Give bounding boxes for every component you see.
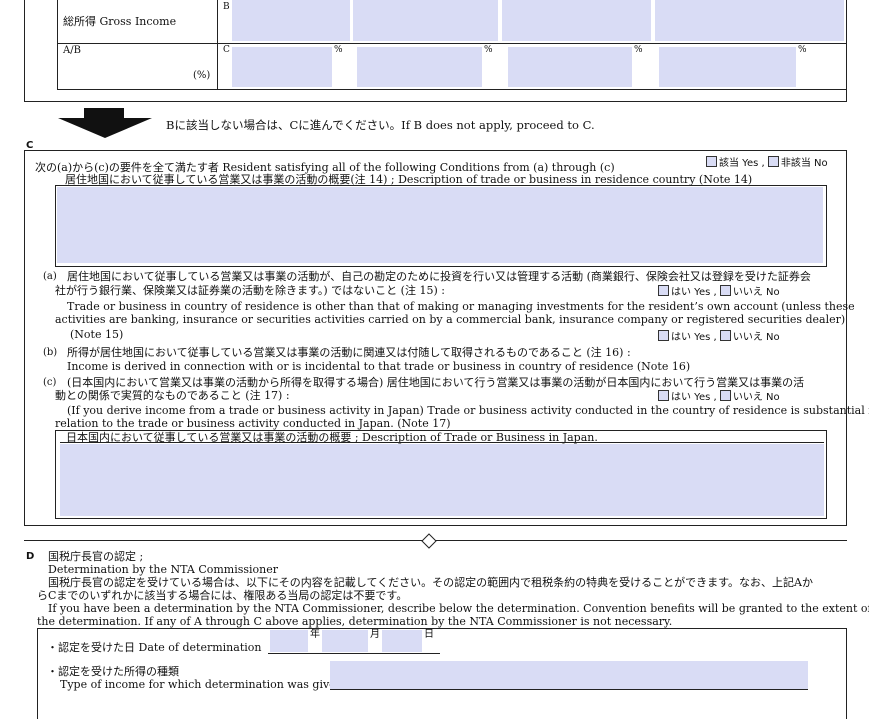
date-label: ・認定を受けた日 Date of determination <box>47 641 262 654</box>
desc-box-border <box>826 185 827 266</box>
japan-box-border <box>826 430 827 519</box>
condition-c-jp-2: 動との関係で実質的なものであること (注 17) : <box>55 389 290 402</box>
percent-sign: % <box>334 45 343 55</box>
condition-a-en-3: (Note 15) <box>70 328 124 341</box>
percent-sign: % <box>634 45 643 55</box>
income-type-field[interactable] <box>330 661 808 689</box>
condition-a-en-1: Trade or business in country of residenc… <box>67 300 855 313</box>
condition-c-mark: (c) <box>43 377 57 388</box>
yes-label: 該当 Yes , <box>719 158 765 169</box>
condition-b-jp: 所得が居住地国において従事している営業又は事業の活動に関連又は付随して取得される… <box>67 346 631 359</box>
desc-box-border <box>55 185 56 266</box>
date-underline <box>268 653 440 654</box>
condition-a-jp-2: 社が行う銀行業、保険業又は証券業の活動を除きます。) ではないこと (注 15)… <box>55 284 445 297</box>
section-d-title-jp: 国税庁長官の認定 ; <box>48 550 144 563</box>
condition-b-mark: (b) <box>43 347 58 358</box>
gross-income-label: 総所得 Gross Income <box>63 15 177 28</box>
percent-paren-label: (%) <box>193 70 211 81</box>
gross-income-field-4[interactable] <box>655 0 844 41</box>
no-label: いいえ No <box>732 287 780 298</box>
no-label: いいえ No <box>732 392 780 403</box>
ratio-field-1[interactable] <box>232 47 332 87</box>
desc-box-border <box>55 266 827 267</box>
cell-divider <box>57 0 58 89</box>
section-c-bottom-border <box>24 525 847 526</box>
income-type-label-en: Type of income for which determination w… <box>60 678 343 691</box>
condition-a-en-2: activities are banking, insurance or sec… <box>55 313 846 326</box>
condition-c-jp-1: (日本国内において営業又は事業の活動から所得を取得する場合) 居住地国において行… <box>67 376 805 389</box>
row-c-marker: C <box>223 45 230 55</box>
section-d-box-right <box>846 628 847 719</box>
section-d-box-left <box>37 628 38 719</box>
section-d-letter: D <box>26 551 35 562</box>
condition-b-en: Income is derived in connection with or … <box>67 360 691 373</box>
section-d-box-top <box>37 628 847 629</box>
table-right-border <box>846 0 847 101</box>
gross-income-field-3[interactable] <box>502 0 651 41</box>
condition-c-en-2: relation to the trade or business activi… <box>55 417 451 430</box>
table-left-border <box>24 0 25 101</box>
yes-label: はい Yes , <box>671 332 717 343</box>
income-type-label-jp: ・認定を受けた所得の種類 <box>47 665 179 678</box>
section-c-left-border <box>24 150 25 525</box>
ratio-field-4[interactable] <box>659 47 796 87</box>
no-label: 非該当 No <box>780 158 828 169</box>
section-d-title-en: Determination by the NTA Commissioner <box>48 563 279 576</box>
ab-label: A/B <box>63 45 81 56</box>
section-d-jp-1: 国税庁長官の認定を受けている場合は、以下にその内容を記載してください。その認定の… <box>48 576 813 589</box>
date-month-field[interactable] <box>322 630 368 652</box>
row-divider <box>57 43 847 44</box>
percent-sign: % <box>798 45 807 55</box>
condition-a-yes-no-2: はい Yes , いいえ No <box>658 330 780 344</box>
no-label: いいえ No <box>732 332 780 343</box>
diamond-icon <box>421 533 437 549</box>
desc-box-border <box>55 185 827 186</box>
section-c-yes-no: 該当 Yes , 非該当 No <box>706 156 828 170</box>
section-c-top-border <box>24 150 847 151</box>
japan-box-border <box>55 430 56 519</box>
year-label: 年 <box>310 629 320 640</box>
no-checkbox[interactable] <box>719 390 731 401</box>
date-year-field[interactable] <box>270 630 308 652</box>
row-divider <box>57 89 847 90</box>
gross-income-field-1[interactable] <box>232 0 350 41</box>
yes-checkbox[interactable] <box>658 330 669 341</box>
down-arrow-icon <box>58 108 152 138</box>
day-label: 日 <box>424 629 434 640</box>
cell-divider <box>217 0 218 89</box>
percent-sign: % <box>484 45 493 55</box>
yes-label: はい Yes , <box>671 287 717 298</box>
residence-business-description-field[interactable] <box>57 187 823 263</box>
section-d-en-1: If you have been a determination by the … <box>48 602 869 615</box>
section-d-jp-2: らCまでのいずれかに該当する場合には、権限ある当局の認定は不要です。 <box>37 589 408 602</box>
no-checkbox[interactable] <box>767 156 779 167</box>
row-b-marker: B <box>223 2 230 12</box>
section-c-right-border <box>846 150 847 525</box>
japan-box-border <box>55 518 827 519</box>
no-checkbox[interactable] <box>719 330 731 341</box>
japan-business-description-field[interactable] <box>60 444 824 516</box>
ratio-field-2[interactable] <box>357 47 482 87</box>
month-label: 月 <box>370 629 380 640</box>
date-day-field[interactable] <box>382 630 422 652</box>
arrow-note: Bに該当しない場合は、Cに進んでください。If B does not apply… <box>166 118 595 132</box>
japan-field-border <box>60 442 824 443</box>
no-checkbox[interactable] <box>719 285 731 296</box>
condition-a-mark: (a) <box>43 271 57 282</box>
yes-checkbox[interactable] <box>706 156 717 167</box>
condition-c-yes-no: はい Yes , いいえ No <box>658 390 780 404</box>
condition-c-en-1: (If you derive income from a trade or bu… <box>67 404 869 417</box>
ratio-field-3[interactable] <box>508 47 632 87</box>
condition-a-jp-1: 居住地国において従事している営業又は事業の活動が、自己の勘定のために投資を行い又… <box>67 270 811 283</box>
yes-checkbox[interactable] <box>658 285 669 296</box>
gross-income-field-2[interactable] <box>353 0 498 41</box>
table-bottom-border <box>24 101 847 102</box>
income-type-underline <box>330 689 808 690</box>
yes-label: はい Yes , <box>671 392 717 403</box>
condition-a-yes-no-1: はい Yes , いいえ No <box>658 285 780 299</box>
section-d-en-2: the determination. If any of A through C… <box>37 615 673 628</box>
yes-checkbox[interactable] <box>658 390 669 401</box>
